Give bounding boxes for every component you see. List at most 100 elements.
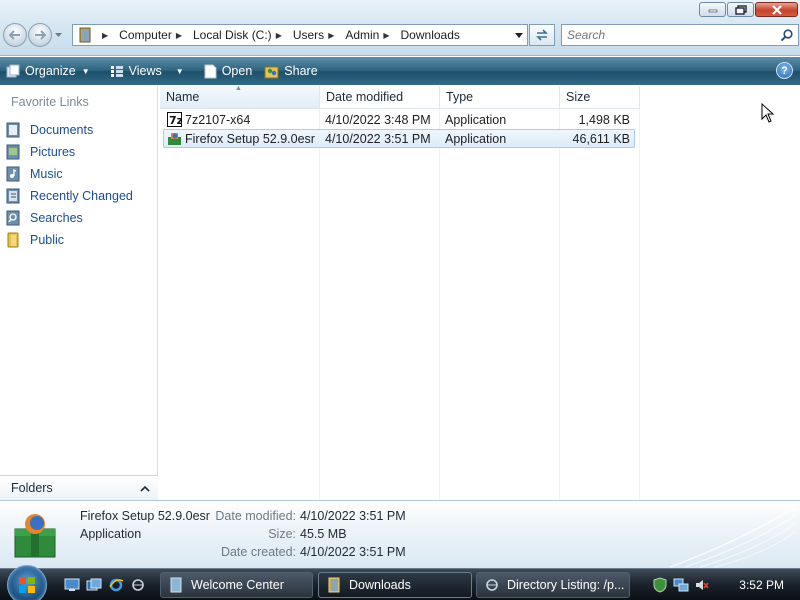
column-header-label: Type [446,90,474,104]
favorite-links-list: Documents Pictures Music Recently Change… [5,119,133,251]
sidebar-item-searches[interactable]: Searches [5,207,133,229]
mouse-cursor-icon [761,103,775,123]
sidebar-item-pictures[interactable]: Pictures [5,141,133,163]
window-chrome: ▶ Computer ▶ Local Disk (C:) ▶ Users ▶ Admi… [0,0,800,56]
column-header-type[interactable]: Type [440,86,560,109]
sort-ascending-icon: ▲ [235,85,242,92]
maximize-button[interactable] [727,2,754,17]
file-size: 46,611 KB [572,131,630,146]
sidebar-item-documents[interactable]: Documents [5,119,133,141]
sidebar-item-label: Public [30,233,65,247]
breadcrumb-arrow-icon[interactable]: ▶ [328,31,334,40]
share-button[interactable]: Share [258,57,323,85]
recent-pages-dropdown[interactable] [53,23,63,47]
taskbar-button-downloads[interactable]: Downloads [318,572,472,598]
folders-toggle[interactable]: Folders [0,475,158,500]
sidebar-item-music[interactable]: Music [5,163,133,185]
column-header-date-modified[interactable]: Date modified [320,86,440,109]
breadcrumb-arrow-icon[interactable]: ▶ [176,31,182,40]
column-header-label: Size [566,90,591,104]
recently-changed-icon [5,188,21,204]
address-bar[interactable]: ▶ Computer ▶ Local Disk (C:) ▶ Users ▶ Admi… [72,24,528,46]
taskbar: Welcome Center Downloads Directory Listi… [0,565,800,600]
internet-explorer-icon[interactable] [108,577,124,593]
taskbar-button-label: Welcome Center [191,578,284,592]
column-headers: ▲ Name Date modified Type Size [160,85,640,109]
caret-down-icon: ▼ [175,66,184,76]
folder-icon [76,26,94,44]
show-desktop-icon[interactable] [64,577,80,593]
sidebar-item-public[interactable]: Public [5,229,133,251]
windows-logo-icon [19,577,35,593]
security-center-icon[interactable] [652,577,668,593]
breadcrumb-arrow-icon[interactable]: ▶ [383,31,389,40]
open-button[interactable]: Open [198,57,259,85]
clock[interactable]: 3:52 PM [739,578,784,592]
tray-icons [652,577,710,593]
breadcrumb-users[interactable]: Users ▶ [293,25,346,45]
sidebar-item-label: Music [30,167,63,181]
file-row-firefox-setup[interactable]: Firefox Setup 52.9.0esr 4/10/2022 3:51 P… [163,129,635,148]
taskbar-button-directory-listing[interactable]: Directory Listing: /p... [476,572,630,598]
breadcrumb-label[interactable]: Users [293,28,324,42]
search-icon[interactable] [780,28,793,42]
caret-down-icon: ▼ [81,66,90,76]
details-created-value: 4/10/2022 3:51 PM [300,545,406,559]
column-header-label: Name [166,90,200,104]
help-button[interactable]: ? [776,62,793,79]
taskbar-button-label: Directory Listing: /p... [507,578,625,592]
search-input[interactable] [562,28,772,42]
volume-muted-icon[interactable] [694,577,710,593]
address-history-dropdown[interactable] [511,32,527,38]
taskbar-button-welcome-center[interactable]: Welcome Center [160,572,313,598]
firefox-installer-icon [166,131,182,147]
organize-button[interactable]: Organize ▼ [0,57,96,85]
breadcrumb-label[interactable]: Downloads [401,28,460,42]
column-divider [559,109,560,500]
folders-label: Folders [11,481,53,495]
share-label: Share [284,64,318,78]
close-button[interactable] [755,2,798,17]
breadcrumb-label[interactable]: Computer [119,28,172,42]
notification-area: 3:52 PM [646,571,800,599]
start-button[interactable] [7,565,47,600]
breadcrumb-computer[interactable]: Computer ▶ [119,25,193,45]
back-arrow-icon [9,30,20,40]
breadcrumb-arrow-icon[interactable]: ▶ [276,31,282,40]
column-divider [439,109,440,500]
column-header-label: Date modified [326,90,404,104]
breadcrumb-label[interactable]: Local Disk (C:) [193,28,272,42]
sidebar-item-label: Recently Changed [30,189,133,203]
breadcrumb-arrow-icon[interactable]: ▶ [102,31,108,40]
breadcrumb-downloads[interactable]: Downloads [401,25,464,45]
minimize-button[interactable] [699,2,726,17]
forward-button[interactable] [28,23,52,47]
network-status-icon[interactable] [673,577,689,593]
switch-windows-icon[interactable] [86,577,102,593]
close-icon [771,4,782,15]
views-button[interactable]: Views ▼ [104,57,190,85]
taskbar-button-label: Downloads [349,578,411,592]
restore-icon [734,4,747,15]
search-box[interactable] [561,24,799,46]
file-row-7z2107[interactable]: 7z 7z2107-x64 4/10/2022 3:48 PM Applicat… [163,110,635,129]
details-file-type: Application [80,527,142,541]
network-icon[interactable] [130,577,146,593]
column-header-size[interactable]: Size [560,86,640,109]
sidebar-item-recently-changed[interactable]: Recently Changed [5,185,133,207]
breadcrumb-label[interactable]: Admin [345,28,379,42]
breadcrumb-admin[interactable]: Admin ▶ [345,25,400,45]
details-pane: Firefox Setup 52.9.0esr Application Date… [0,500,800,568]
breadcrumb-local-disk[interactable]: Local Disk (C:) ▶ [193,25,293,45]
back-button[interactable] [3,23,27,47]
column-header-name[interactable]: ▲ Name [160,85,320,109]
file-rows: 7z 7z2107-x64 4/10/2022 3:48 PM Applicat… [163,110,635,148]
browser-icon [485,577,499,593]
breadcrumb-root[interactable]: ▶ [98,25,119,45]
refresh-icon [536,29,548,41]
window-controls [699,2,798,17]
chevron-up-icon[interactable] [140,485,150,492]
refresh-button[interactable] [529,24,555,46]
file-name: 7z2107-x64 [185,112,251,127]
navigation-buttons [3,23,63,47]
